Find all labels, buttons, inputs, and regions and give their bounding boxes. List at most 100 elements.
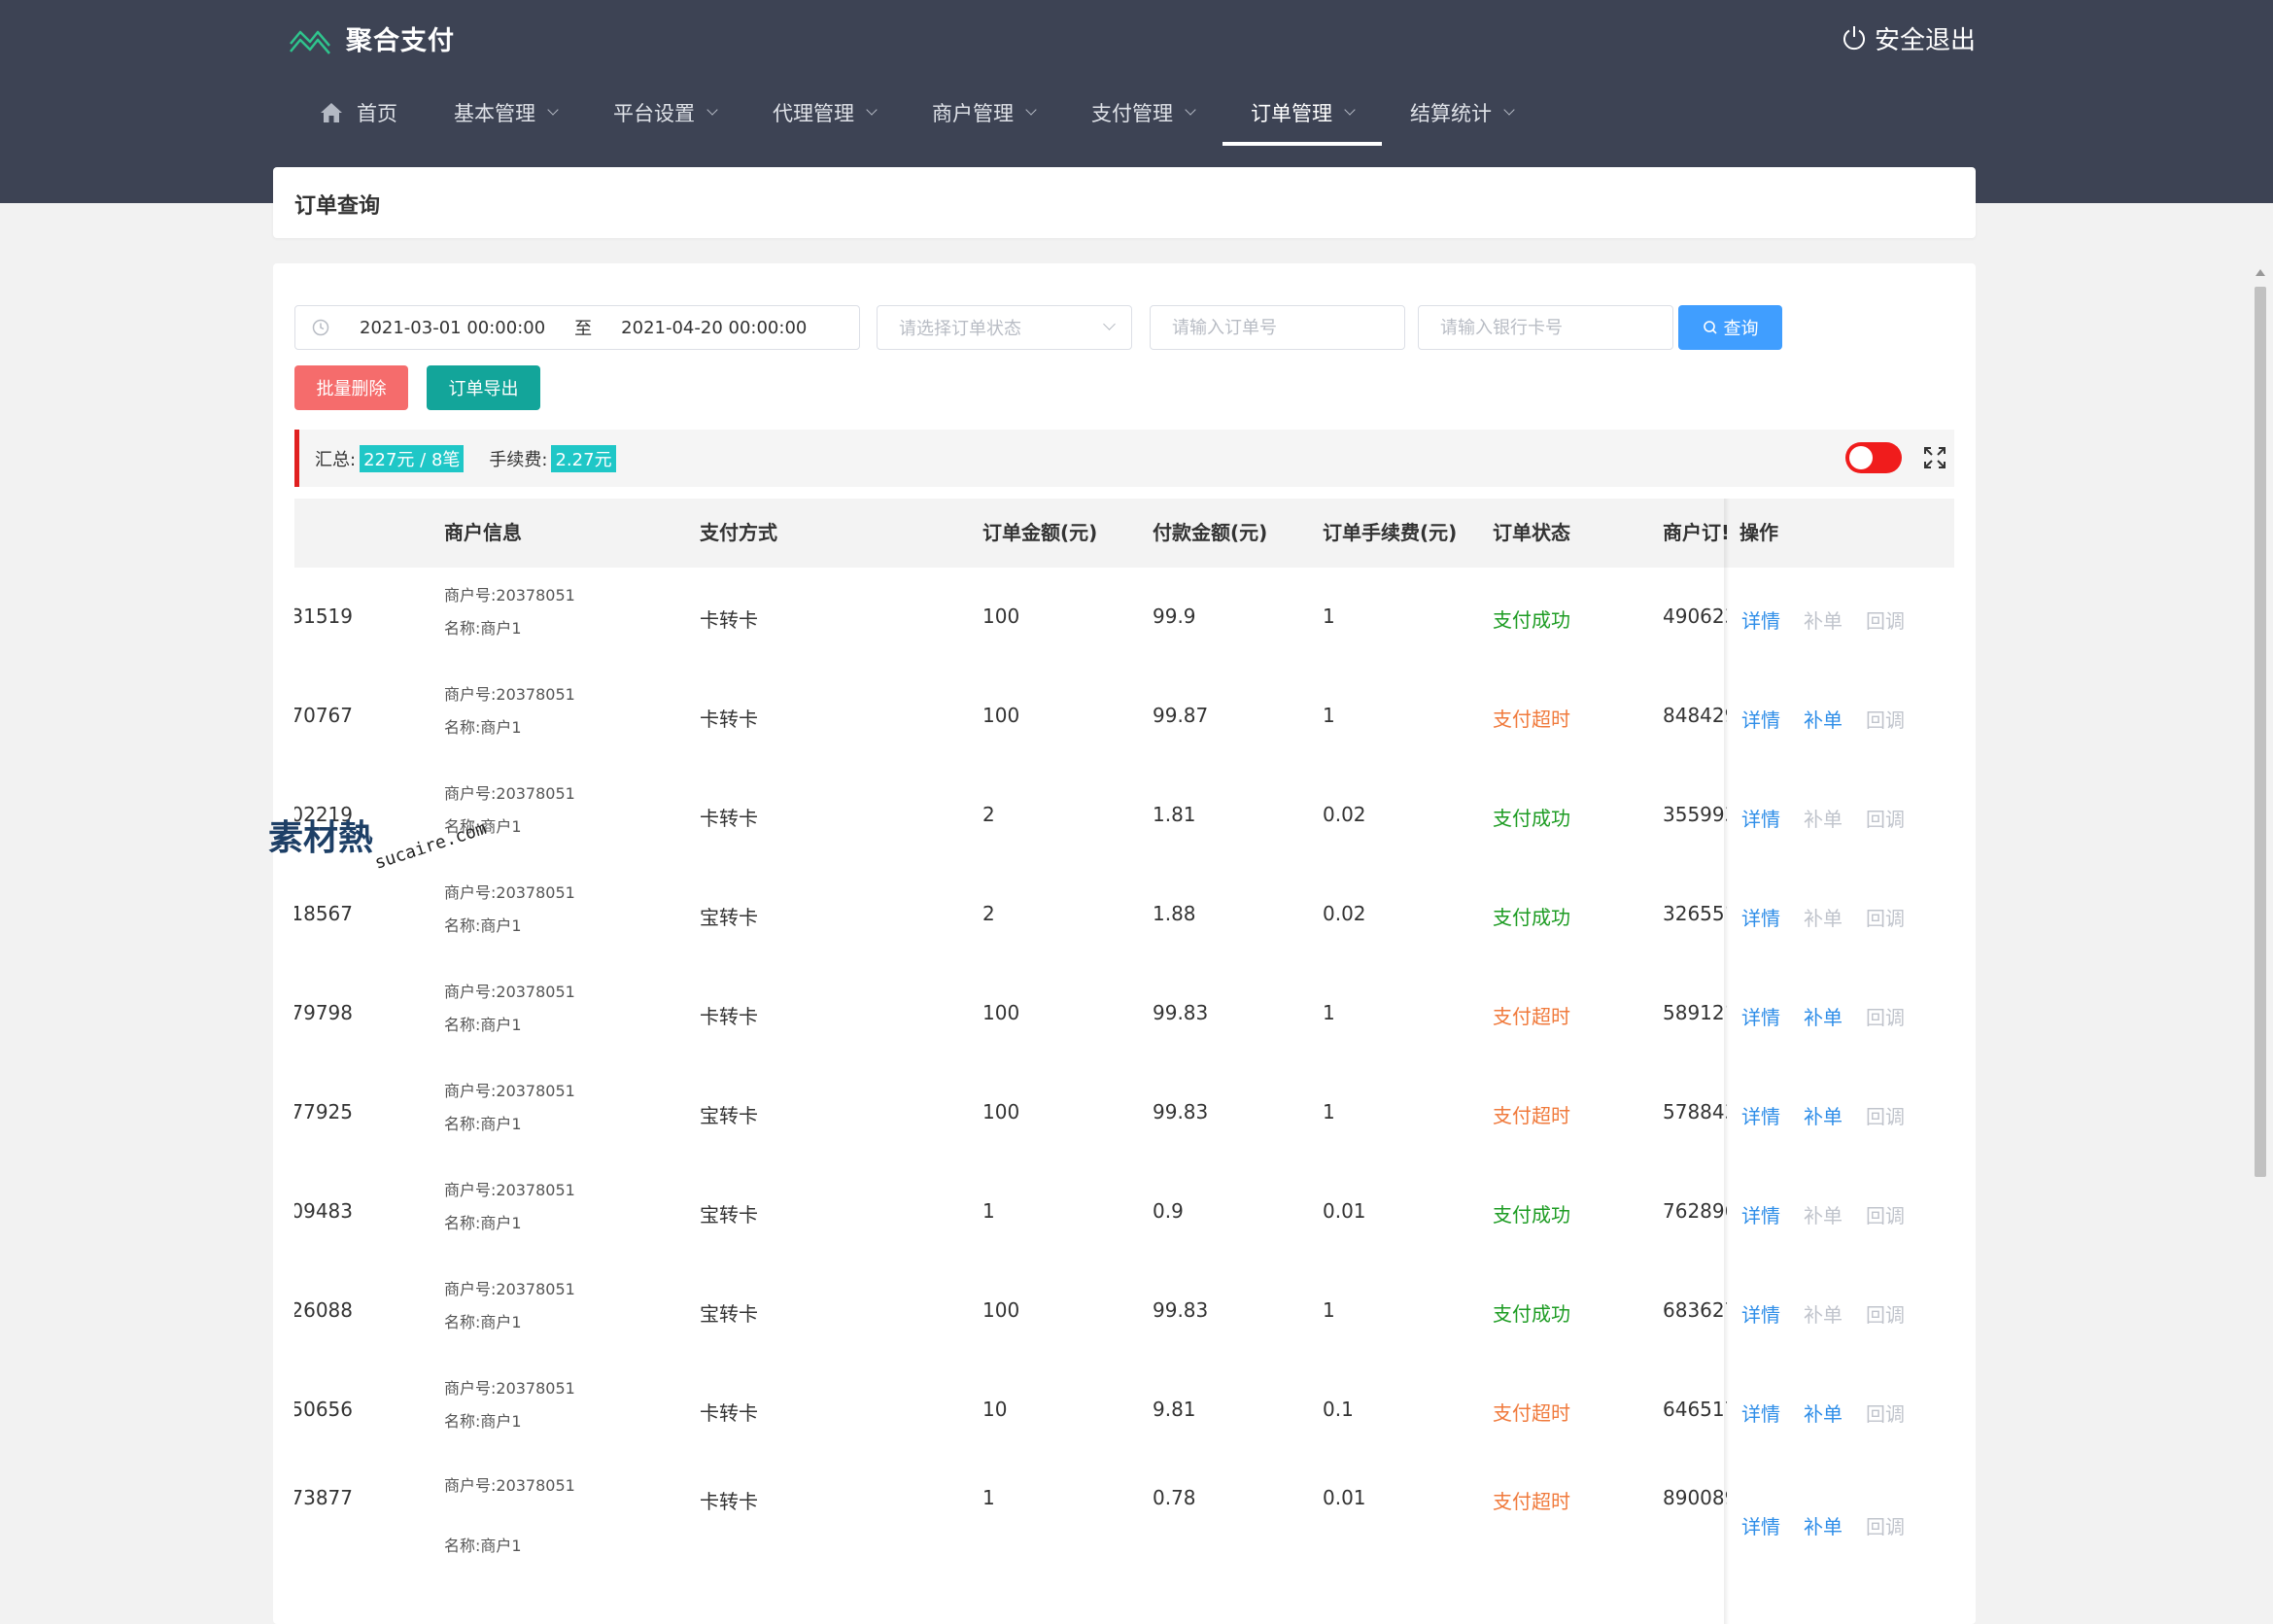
callback-link[interactable]: 回调	[1866, 1101, 1905, 1129]
detail-link[interactable]: 详情	[1741, 705, 1780, 733]
supplement-link[interactable]: 补单	[1804, 804, 1843, 832]
th-ops: 操作	[1739, 521, 1778, 544]
order-id-cell: 77925	[294, 1100, 353, 1123]
merchant-no-cell: 商户号:20378051	[444, 883, 575, 902]
order-id-cell: 09483	[294, 1199, 353, 1223]
fixed-column-shadow	[1724, 499, 1730, 1624]
supplement-link[interactable]: 补单	[1804, 1101, 1843, 1129]
nav-item-2[interactable]: 平台设置	[585, 80, 744, 146]
order-amount-cell: 100	[982, 704, 1020, 727]
nav-item-6[interactable]: 订单管理	[1223, 80, 1382, 146]
callback-link[interactable]: 回调	[1866, 705, 1905, 733]
fullscreen-icon[interactable]	[1922, 445, 1947, 470]
logout-button[interactable]: 安全退出	[1840, 17, 1976, 58]
supplement-link[interactable]: 补单	[1804, 605, 1843, 634]
chevron-down-icon	[866, 104, 878, 116]
callback-link[interactable]: 回调	[1866, 804, 1905, 832]
merchant-order-cell: 326551	[1663, 902, 1727, 925]
detail-link[interactable]: 详情	[1741, 1399, 1780, 1427]
pay-method-cell: 卡转卡	[700, 708, 758, 731]
paid-amount-cell: 1.88	[1153, 902, 1196, 925]
detail-link[interactable]: 详情	[1741, 1200, 1780, 1228]
supplement-link[interactable]: 补单	[1804, 1511, 1843, 1539]
table-row: 77925 商户号:20378051 名称:商户1 宝转卡 100 99.83 1 支付超时 5…	[294, 1068, 1954, 1167]
callback-link[interactable]: 回调	[1866, 1399, 1905, 1427]
order-status-select[interactable]: 请选择订单状态	[877, 305, 1132, 350]
batch-delete-button[interactable]: 批量删除	[294, 365, 408, 410]
nav-item-3[interactable]: 代理管理	[744, 80, 904, 146]
callback-link[interactable]: 回调	[1866, 1002, 1905, 1030]
order-amount-cell: 10	[982, 1398, 1008, 1421]
table-row: 50656 商户号:20378051 名称:商户1 卡转卡 10 9.81 0.1 支付超时 6…	[294, 1365, 1954, 1465]
detail-link[interactable]: 详情	[1741, 903, 1780, 931]
detail-link[interactable]: 详情	[1741, 1511, 1780, 1539]
callback-link[interactable]: 回调	[1866, 605, 1905, 634]
supplement-link[interactable]: 补单	[1804, 1299, 1843, 1328]
order-no-input[interactable]	[1150, 305, 1405, 350]
pay-method-cell: 卡转卡	[700, 1401, 758, 1425]
detail-link[interactable]: 详情	[1741, 804, 1780, 832]
supplement-link[interactable]: 补单	[1804, 705, 1843, 733]
callback-link[interactable]: 回调	[1866, 903, 1905, 931]
order-id-cell: 26088	[294, 1298, 353, 1322]
fee-cell: 0.1	[1323, 1398, 1354, 1421]
page-title: 订单查询	[294, 194, 381, 219]
app-logo[interactable]: 聚合支付	[288, 16, 455, 60]
paid-amount-cell: 0.78	[1153, 1486, 1196, 1509]
date-end[interactable]: 2021-04-20 00:00:00	[621, 318, 807, 338]
detail-link[interactable]: 详情	[1741, 1299, 1780, 1328]
fee-cell: 0.01	[1323, 1199, 1366, 1223]
supplement-link[interactable]: 补单	[1804, 903, 1843, 931]
callback-link[interactable]: 回调	[1866, 1200, 1905, 1228]
query-button[interactable]: 查询	[1678, 305, 1782, 350]
order-id-cell: 50656	[294, 1398, 353, 1421]
nav-item-5[interactable]: 支付管理	[1063, 80, 1223, 146]
merchant-name-cell: 名称:商户1	[444, 1115, 522, 1133]
nav-item-7[interactable]: 结算统计	[1382, 80, 1541, 146]
order-export-button[interactable]: 订单导出	[427, 365, 540, 410]
scroll-up-arrow-icon[interactable]	[2256, 269, 2265, 276]
order-id-cell: 73877	[294, 1486, 353, 1509]
page-scrollbar[interactable]	[2251, 267, 2268, 1607]
pay-method-cell: 宝转卡	[700, 1302, 758, 1326]
fee-cell: 0.02	[1323, 902, 1366, 925]
detail-link[interactable]: 详情	[1741, 1101, 1780, 1129]
th-fee: 订单手续费(元)	[1323, 521, 1458, 544]
merchant-name-cell: 名称:商户1	[444, 1537, 522, 1555]
fee-label: 手续费:	[489, 449, 548, 470]
nav-item-0[interactable]: 首页	[292, 80, 426, 146]
pay-method-cell: 卡转卡	[700, 1490, 758, 1513]
merchant-name-cell: 名称:商户1	[444, 1214, 522, 1232]
chevron-down-icon	[1185, 104, 1196, 116]
bank-card-input[interactable]	[1418, 305, 1673, 350]
nav-item-1[interactable]: 基本管理	[426, 80, 585, 146]
order-query-panel: 2021-03-01 00:00:00 至 2021-04-20 00:00:0…	[273, 263, 1976, 1624]
table-row: 73877 商户号:20378051 名称:商户1 卡转卡 1 0.78 0.01 支付超时 8…	[294, 1465, 1954, 1564]
paid-amount-cell: 0.9	[1153, 1199, 1184, 1223]
supplement-link[interactable]: 补单	[1804, 1200, 1843, 1228]
order-id-cell: 79798	[294, 1001, 353, 1024]
status-cell: 支付成功	[1493, 1302, 1570, 1326]
merchant-name-cell: 名称:商户1	[444, 1313, 522, 1331]
fee-cell: 1	[1323, 704, 1335, 727]
callback-link[interactable]: 回调	[1866, 1511, 1905, 1539]
merchant-order-cell: 578843	[1663, 1100, 1727, 1123]
merchant-order-cell: 490623	[1663, 605, 1727, 628]
supplement-link[interactable]: 补单	[1804, 1399, 1843, 1427]
nav-item-4[interactable]: 商户管理	[904, 80, 1063, 146]
order-amount-cell: 100	[982, 1298, 1020, 1322]
detail-link[interactable]: 详情	[1741, 1002, 1780, 1030]
status-cell: 支付超时	[1493, 1490, 1570, 1513]
chevron-down-icon	[1503, 104, 1515, 116]
date-start[interactable]: 2021-03-01 00:00:00	[360, 318, 545, 338]
th-merchant-order: 商户订!	[1663, 521, 1727, 544]
date-range-picker[interactable]: 2021-03-01 00:00:00 至 2021-04-20 00:00:0…	[294, 305, 860, 350]
scroll-thumb[interactable]	[2255, 287, 2266, 1177]
toggle-switch[interactable]	[1845, 442, 1902, 473]
detail-link[interactable]: 详情	[1741, 605, 1780, 634]
pay-method-cell: 宝转卡	[700, 1203, 758, 1227]
status-cell: 支付成功	[1493, 906, 1570, 929]
callback-link[interactable]: 回调	[1866, 1299, 1905, 1328]
fee-cell: 1	[1323, 1100, 1335, 1123]
supplement-link[interactable]: 补单	[1804, 1002, 1843, 1030]
